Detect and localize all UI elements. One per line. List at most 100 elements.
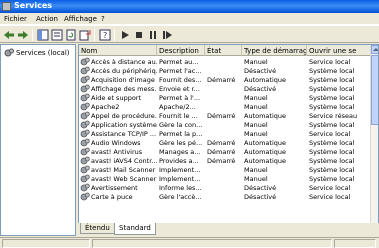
- cell-type-demarrage: Désactivé: [244, 67, 277, 75]
- tree-pane[interactable]: Services (local): [0, 44, 76, 236]
- pause-icon[interactable]: [147, 29, 159, 41]
- services-list-pane[interactable]: Nom Description État Type de démarrage O…: [78, 44, 379, 236]
- stop-icon[interactable]: [133, 29, 145, 41]
- properties-icon[interactable]: [51, 29, 63, 41]
- service-gear-icon: [80, 174, 90, 183]
- table-row[interactable]: Avertissement Informe les... Désactivé Serv…: [79, 183, 372, 192]
- cell-nom: Aide et support: [91, 94, 142, 102]
- table-row[interactable]: Appel de procédure... Fournit le ... Démar…: [79, 111, 372, 120]
- menu-action[interactable]: Action: [36, 15, 58, 23]
- cell-ouvrir-session: Service local: [309, 130, 351, 138]
- cell-type-demarrage: Automatique: [244, 76, 287, 84]
- cell-type-demarrage: Automatique: [244, 157, 287, 165]
- vertical-scrollbar[interactable]: [370, 45, 378, 235]
- service-gear-icon: [80, 138, 90, 147]
- cell-ouvrir-session: Système local: [309, 148, 355, 156]
- table-row[interactable]: Accès du périphériq... Permet l'ac... Désa…: [79, 66, 372, 75]
- back-icon[interactable]: [3, 29, 15, 41]
- service-gear-icon: [80, 111, 90, 120]
- window-title: Services: [14, 1, 53, 10]
- table-row[interactable]: Acquisition d'image ... Fournit des... Dém…: [79, 75, 372, 84]
- cell-description: Gère les pé...: [159, 139, 203, 147]
- table-row[interactable]: avast! Web Scanner Implement... Manuel Syst…: [79, 174, 372, 183]
- cell-ouvrir-session: Système local: [309, 76, 355, 84]
- table-row[interactable]: Apache2 Apache/2... Manuel Système local: [79, 102, 372, 111]
- tab-etendu[interactable]: Étendu: [80, 223, 115, 234]
- column-header-type-demarrage[interactable]: Type de démarrage: [242, 45, 307, 56]
- services-gear-icon: [4, 48, 14, 57]
- restart-icon[interactable]: [161, 29, 173, 41]
- status-bar: [0, 237, 379, 248]
- table-row[interactable]: avast! iAVS4 Contr... Provides a... Démarr…: [79, 156, 372, 165]
- toolbar-separator: [94, 29, 95, 41]
- cell-description: Permet au...: [159, 58, 199, 66]
- scroll-up-button[interactable]: [371, 45, 378, 54]
- cell-type-demarrage: Manuel: [244, 130, 268, 138]
- column-header-description[interactable]: Description: [157, 45, 205, 56]
- menu-fichier[interactable]: Fichier: [4, 15, 27, 23]
- cell-description: Informe les...: [159, 184, 202, 192]
- cell-nom: Apache2: [91, 103, 120, 111]
- table-row[interactable]: Affichage des mess... Envoie et r... Désac…: [79, 84, 372, 93]
- table-row[interactable]: avast! Antivirus Manages a... Démarré Autom…: [79, 147, 372, 156]
- cell-etat: Démarré: [207, 76, 236, 84]
- forward-icon[interactable]: [17, 29, 29, 41]
- cell-nom: avast! Web Scanner: [91, 175, 157, 183]
- table-row[interactable]: Accès à distance au... Permet au... Manuel…: [79, 57, 372, 66]
- column-header-ouvrir-session[interactable]: Ouvrir une se: [307, 45, 372, 56]
- service-gear-icon: [80, 75, 90, 84]
- menu-bar: Fichier Action Affichage ?: [0, 13, 379, 25]
- service-gear-icon: [80, 192, 90, 201]
- cell-type-demarrage: Désactivé: [244, 193, 277, 201]
- scroll-thumb[interactable]: [371, 55, 378, 125]
- play-icon[interactable]: [119, 29, 131, 41]
- cell-type-demarrage: Automatique: [244, 139, 287, 147]
- tab-standard[interactable]: Standard: [114, 223, 156, 235]
- cell-ouvrir-session: Système local: [309, 166, 355, 174]
- table-row[interactable]: Carte à puce Gère l'accè... Désactivé Servi…: [79, 192, 372, 201]
- cell-nom: Acquisition d'image ...: [91, 76, 157, 84]
- cell-etat: Démarré: [207, 112, 236, 120]
- cell-description: Provides a...: [159, 157, 199, 165]
- cell-nom: Assistance TCP/IP ...: [91, 130, 157, 138]
- service-gear-icon: [80, 183, 90, 192]
- toolbar-separator: [32, 29, 33, 41]
- cell-description: Manages a...: [159, 148, 201, 156]
- title-bar: Services: [0, 0, 379, 13]
- service-gear-icon: [80, 93, 90, 102]
- help-icon[interactable]: ?: [99, 29, 111, 41]
- cell-ouvrir-session: Service local: [309, 184, 351, 192]
- svg-text:?: ?: [103, 31, 107, 40]
- column-header-etat[interactable]: État: [205, 45, 242, 56]
- cell-ouvrir-session: Système local: [309, 103, 355, 111]
- cell-nom: Carte à puce: [91, 193, 133, 201]
- tree-item-label: Services (local): [16, 49, 70, 57]
- table-row[interactable]: avast! Mail Scanner Implement... Manuel Sys…: [79, 165, 372, 174]
- table-row[interactable]: Audio Windows Gère les pé... Démarré Automa…: [79, 138, 372, 147]
- table-row[interactable]: Application système... Gère la con... Manu…: [79, 120, 372, 129]
- show-hide-tree-icon[interactable]: [37, 29, 49, 41]
- cell-description: Fournit des...: [159, 76, 202, 84]
- cell-type-demarrage: Désactivé: [244, 85, 277, 93]
- export-icon[interactable]: [79, 29, 91, 41]
- cell-nom: Appel de procédure...: [91, 112, 157, 120]
- cell-description: Gère la con...: [159, 121, 203, 129]
- cell-description: Permet à l'...: [159, 94, 201, 102]
- cell-ouvrir-session: Système local: [309, 85, 355, 93]
- table-row[interactable]: Assistance TCP/IP ... Permet la p... Manue…: [79, 129, 372, 138]
- menu-help[interactable]: ?: [101, 15, 105, 23]
- cell-ouvrir-session: Système local: [309, 139, 355, 147]
- column-header-nom[interactable]: Nom: [79, 45, 157, 56]
- service-gear-icon: [80, 156, 90, 165]
- cell-type-demarrage: Manuel: [244, 175, 268, 183]
- menu-affichage[interactable]: Affichage: [64, 15, 97, 23]
- cell-ouvrir-session: Système local: [309, 175, 355, 183]
- refresh-icon[interactable]: [65, 29, 77, 41]
- cell-description: Gère l'accè...: [159, 193, 202, 201]
- cell-type-demarrage: Manuel: [244, 166, 268, 174]
- table-row[interactable]: Aide et support Permet à l'... Manuel Systè…: [79, 93, 372, 102]
- cell-type-demarrage: Automatique: [244, 112, 287, 120]
- cell-nom: Accès du périphériq...: [91, 67, 157, 75]
- service-gear-icon: [80, 129, 90, 138]
- cell-etat: Démarré: [207, 139, 236, 147]
